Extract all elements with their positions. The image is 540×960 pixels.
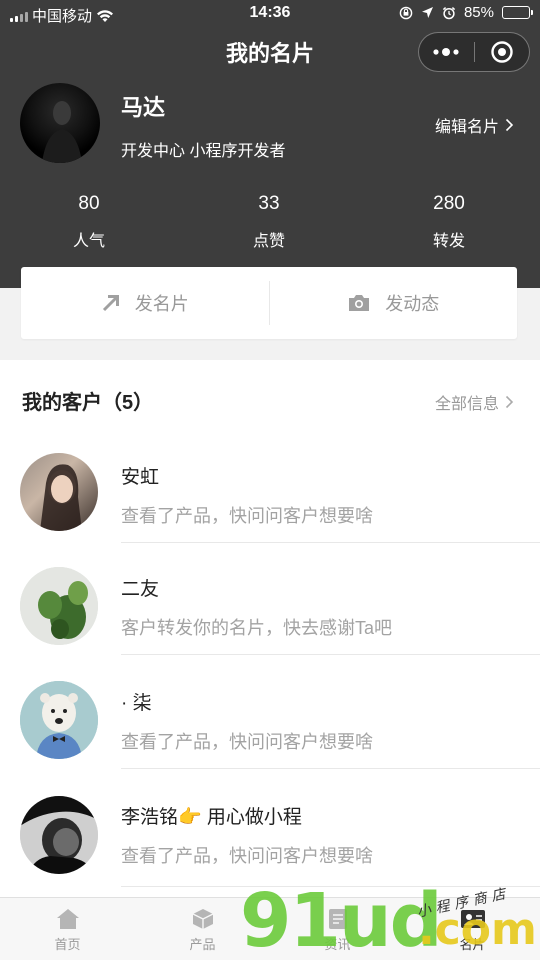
row-divider: [121, 886, 540, 887]
customer-message: 客户转发你的名片，快去感谢Ta吧: [121, 618, 393, 638]
send-card-label: 发名片: [134, 294, 189, 314]
all-info-label: 全部信息: [434, 396, 499, 413]
tab-card[interactable]: 名片: [405, 898, 540, 960]
more-dots-icon: [433, 48, 459, 56]
status-bar: 中国移动 14:36 85%: [0, 0, 540, 28]
customer-row[interactable]: 二友 客户转发你的名片，快去感谢Ta吧: [0, 550, 540, 664]
customer-avatar: [20, 453, 98, 531]
stat-label: 人气: [72, 233, 105, 250]
person-silhouette-icon: [42, 101, 82, 163]
tab-label: 首页: [54, 937, 81, 952]
send-card-button[interactable]: 发名片: [21, 267, 269, 339]
edit-card-link[interactable]: 编辑名片: [435, 113, 514, 137]
action-card: 发名片 发动态: [21, 267, 517, 339]
customer-message: 查看了产品，快问问客户想要啥: [121, 846, 373, 866]
edit-card-label: 编辑名片: [434, 119, 499, 136]
person-photo-icon: [40, 464, 82, 531]
row-divider: [121, 542, 540, 543]
tab-bar: 首页 产品 资讯 名片: [0, 897, 540, 960]
stat-value: 33: [258, 193, 280, 214]
battery-percent: 85%: [463, 4, 494, 21]
customer-row[interactable]: · 柒 查看了产品，快问问客户想要啥: [0, 664, 540, 778]
customer-message: 查看了产品，快问问客户想要啥: [121, 506, 373, 526]
customer-row[interactable]: 李浩铭👉 用心做小程 查看了产品，快问问客户想要啥: [0, 778, 540, 892]
plant-photo-icon: [20, 567, 98, 645]
tab-label: 名片: [459, 937, 486, 952]
home-icon: [56, 909, 79, 929]
customer-name: 安虹: [121, 467, 160, 488]
customer-row[interactable]: 安虹 查看了产品，快问问客户想要啥: [0, 436, 540, 550]
tab-label: 产品: [189, 937, 216, 952]
status-right: 85%: [399, 4, 533, 21]
all-info-link[interactable]: 全部信息: [435, 390, 514, 414]
chevron-right-icon: [505, 118, 514, 132]
target-circle-icon: [491, 41, 513, 63]
tab-news[interactable]: 资讯: [270, 898, 405, 960]
stat-label: 转发: [432, 233, 465, 250]
arrow-up-right-icon: [102, 295, 119, 312]
customer-message: 查看了产品，快问问客户想要啥: [121, 732, 373, 752]
miniprogram-capsule: [418, 32, 530, 72]
row-divider: [121, 654, 540, 655]
stat-value: 280: [433, 193, 465, 214]
customer-name: 李浩铭👉 用心做小程: [121, 807, 302, 828]
profile-avatar[interactable]: [20, 83, 100, 163]
location-icon: [421, 7, 433, 18]
row-divider: [121, 768, 540, 769]
customer-avatar: [20, 681, 98, 759]
lock-rotation-icon: [399, 6, 413, 19]
customer-avatar: [20, 796, 98, 874]
customers-header: 我的客户（5） 全部信息: [0, 360, 540, 436]
tab-home[interactable]: 首页: [0, 898, 135, 960]
polar-bear-photo-icon: [20, 681, 98, 759]
stat-popularity[interactable]: 80 人气: [29, 193, 149, 251]
chevron-right-icon: [505, 395, 514, 409]
profile-name: 马达: [121, 95, 166, 120]
customer-name: 二友: [121, 579, 160, 600]
stat-likes[interactable]: 33 点赞: [209, 193, 329, 251]
camera-icon: [349, 295, 370, 311]
stat-label: 点赞: [252, 233, 285, 250]
post-moment-button[interactable]: 发动态: [270, 267, 518, 339]
customer-name: · 柒: [121, 693, 152, 714]
alarm-icon: [442, 6, 456, 19]
profile-description: 开发中心 小程序开发者: [121, 143, 286, 160]
tab-products[interactable]: 产品: [135, 898, 270, 960]
tab-label: 资讯: [324, 937, 351, 952]
news-icon: [328, 909, 347, 929]
customer-avatar: [20, 567, 98, 645]
battery-icon: [502, 6, 533, 19]
portrait-photo-icon: [20, 796, 98, 874]
cube-icon: [192, 909, 213, 929]
stat-shares[interactable]: 280 转发: [389, 193, 509, 251]
stat-value: 80: [78, 193, 100, 214]
customers-section: 我的客户（5） 全部信息 安虹 查看了产品，快问问客户想要啥 二友 客户转发你的…: [0, 360, 540, 900]
more-button[interactable]: [419, 33, 474, 71]
close-miniprogram-button[interactable]: [475, 33, 530, 71]
post-moment-label: 发动态: [385, 294, 440, 314]
customers-title: 我的客户（5）: [22, 392, 154, 414]
card-icon: [460, 910, 485, 928]
